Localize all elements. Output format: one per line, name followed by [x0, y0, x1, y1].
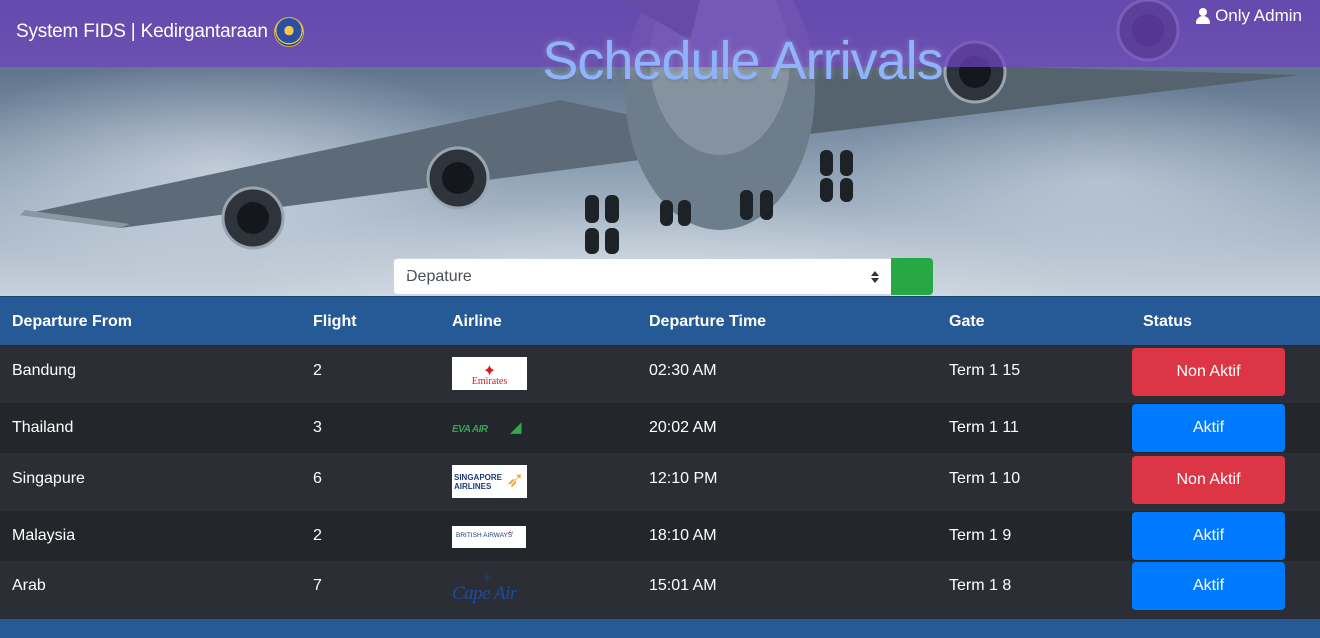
status-button[interactable]: Aktif — [1132, 404, 1285, 452]
header-gate: Gate — [949, 313, 985, 330]
schedule-type-select[interactable]: Depature — [393, 258, 891, 295]
header-from: Departure From — [12, 313, 133, 330]
cape-air-logo: ✈ Cape Air — [452, 571, 517, 604]
cell-from: Thailand — [12, 419, 74, 436]
cell-from: Malaysia — [12, 527, 76, 544]
table-row: Arab 7 ✈ Cape Air 15:01 AM Term 1 8 Akti… — [0, 561, 1320, 619]
status-button[interactable]: Non Aktif — [1132, 456, 1285, 504]
header-time: Departure Time — [649, 313, 767, 330]
header-flight: Flight — [313, 313, 357, 330]
cell-time: 18:10 AM — [649, 527, 717, 544]
eva-air-logo: EVA AIR ◢ — [452, 420, 522, 436]
cell-flight: 2 — [313, 362, 322, 379]
footer-bar — [0, 619, 1320, 638]
table-row: Thailand 3 EVA AIR ◢ 20:02 AM Term 1 11 … — [0, 403, 1320, 453]
cell-flight: 7 — [313, 577, 322, 594]
cell-time: 15:01 AM — [649, 577, 717, 594]
select-value: Depature — [406, 267, 472, 285]
cell-time: 12:10 PM — [649, 470, 718, 487]
cell-from: Bandung — [12, 362, 77, 379]
table-row: Malaysia 2 BRITISH AIRWAYS ~ 18:10 AM Te… — [0, 511, 1320, 561]
page-title: Schedule Arrivals — [542, 31, 943, 91]
cell-gate: Term 1 9 — [949, 527, 1012, 544]
singapore-airlines-logo: SINGAPORE AIRLINES ➶ — [452, 465, 527, 498]
cell-time: 02:30 AM — [649, 362, 717, 379]
cell-gate: Term 1 15 — [949, 362, 1021, 379]
search-icon — [393, 258, 409, 274]
british-airways-logo: BRITISH AIRWAYS ~ — [452, 526, 526, 548]
status-button[interactable]: Non Aktif — [1132, 348, 1285, 396]
header-status: Status — [1143, 313, 1192, 330]
select-arrows-icon — [871, 270, 879, 283]
status-button[interactable]: Aktif — [1132, 512, 1285, 560]
search-form: Depature — [393, 258, 933, 295]
cell-gate: Term 1 8 — [949, 577, 1012, 594]
header-airline: Airline — [452, 313, 502, 330]
admin-link[interactable]: Only Admin — [1196, 6, 1302, 26]
cell-gate: Term 1 10 — [949, 470, 1021, 487]
table-row: Bandung 2 ✦ Emirates 02:30 AM Term 1 15 … — [0, 345, 1320, 403]
cell-flight: 6 — [313, 470, 322, 487]
cell-time: 20:02 AM — [649, 419, 717, 436]
cell-gate: Term 1 11 — [949, 419, 1019, 436]
cell-from: Singapure — [12, 470, 85, 487]
emirates-logo: ✦ Emirates — [452, 357, 527, 390]
table-header: Departure From Flight Airline Departure … — [0, 296, 1320, 345]
user-icon — [1196, 8, 1211, 24]
schedule-table: Departure From Flight Airline Departure … — [0, 296, 1320, 619]
hero-banner: System FIDS | Kedirgantaraan Only Admin … — [0, 0, 1320, 296]
status-button[interactable]: Aktif — [1132, 562, 1285, 610]
admin-label: Only Admin — [1215, 6, 1302, 25]
cell-flight: 3 — [313, 419, 322, 436]
search-button[interactable] — [393, 258, 933, 295]
cell-from: Arab — [12, 577, 46, 594]
table-row: Singapure 6 SINGAPORE AIRLINES ➶ 12:10 P… — [0, 453, 1320, 511]
cell-flight: 2 — [313, 527, 322, 544]
